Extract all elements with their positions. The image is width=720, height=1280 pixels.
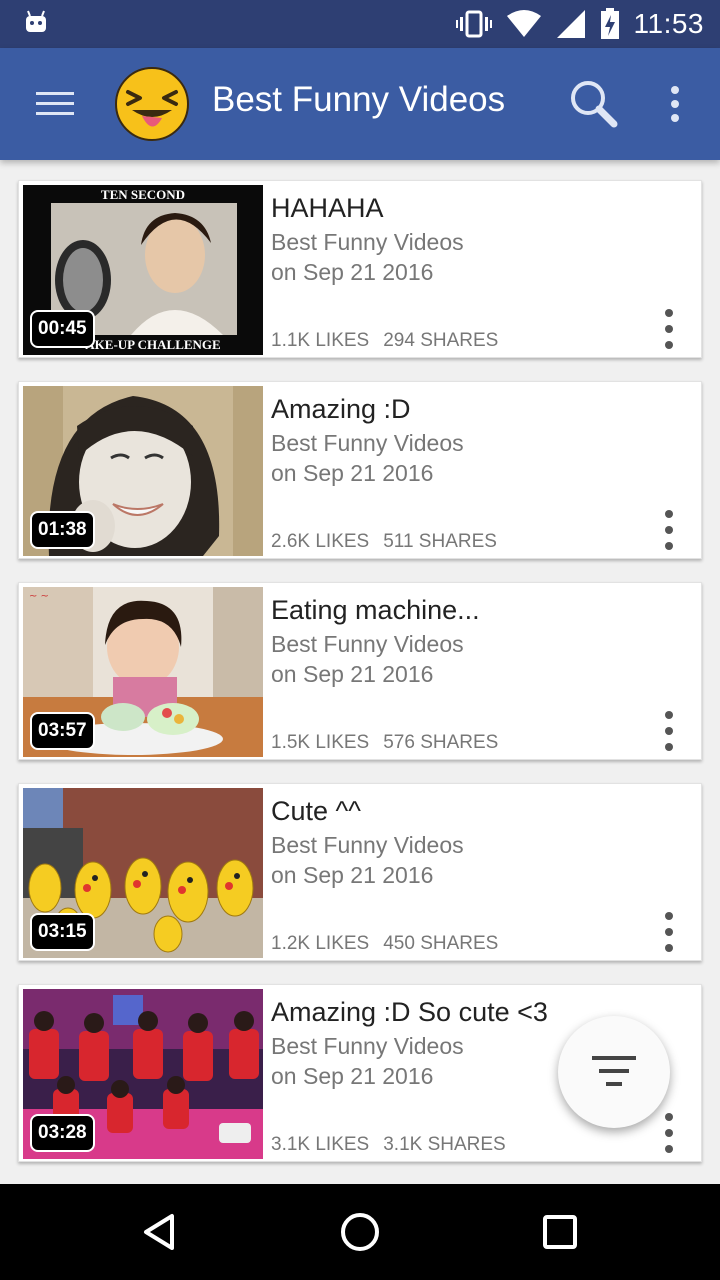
video-title[interactable]: HAHAHA	[271, 193, 384, 224]
duration-badge: 03:57	[30, 712, 95, 750]
shares-count: 294 SHARES	[383, 330, 499, 351]
likes-count: 1.2K LIKES	[271, 933, 370, 954]
upload-date: on Sep 21 2016	[271, 460, 434, 486]
app-title: Best Funny Videos	[212, 80, 506, 119]
thumbnail-caption-top: TEN SECOND	[101, 187, 185, 202]
svg-text:~ ~: ~ ~	[29, 591, 49, 602]
video-thumbnail[interactable]: 03:28	[23, 989, 263, 1159]
status-bar: 11:53	[0, 0, 720, 48]
channel-name: Best Funny Videos	[271, 1033, 464, 1059]
vibrate-icon	[455, 10, 492, 38]
video-stats: 3.1K LIKES 3.1K SHARES	[271, 1134, 506, 1156]
video-card[interactable]: 01:38 Amazing :D Best Funny Videos on Se…	[18, 381, 702, 559]
android-icon	[26, 10, 46, 32]
card-more-icon[interactable]	[657, 307, 681, 351]
thumbnail-caption-bottom: AKE-UP CHALLENGE	[85, 337, 220, 352]
upload-date: on Sep 21 2016	[271, 1063, 434, 1089]
video-card[interactable]: 03:15 Cute ^^ Best Funny Videos on Sep 2…	[18, 783, 702, 961]
duration-badge: 03:28	[30, 1114, 95, 1152]
app-bar: Best Funny Videos	[0, 48, 720, 160]
laughing-emoji-icon	[115, 67, 189, 141]
clock: 11:53	[633, 8, 704, 39]
duration-badge: 03:15	[30, 913, 95, 951]
navigation-bar	[0, 1184, 720, 1280]
video-stats: 1.2K LIKES 450 SHARES	[271, 933, 498, 955]
channel-name: Best Funny Videos	[271, 430, 464, 456]
video-title[interactable]: Amazing :D	[271, 394, 411, 425]
recents-square-icon[interactable]	[536, 1208, 584, 1256]
likes-count: 3.1K LIKES	[271, 1134, 370, 1155]
battery-charging-icon	[600, 8, 619, 39]
video-stats: 1.1K LIKES 294 SHARES	[271, 330, 498, 352]
likes-count: 1.5K LIKES	[271, 732, 370, 753]
upload-date: on Sep 21 2016	[271, 862, 434, 888]
shares-count: 450 SHARES	[383, 933, 499, 954]
card-more-icon[interactable]	[657, 709, 681, 753]
channel-name: Best Funny Videos	[271, 631, 464, 657]
home-circle-icon[interactable]	[336, 1208, 384, 1256]
video-thumbnail[interactable]: TEN SECOND AKE-UP CHALLENGE 00:45	[23, 185, 263, 355]
channel-name: Best Funny Videos	[271, 229, 464, 255]
card-more-icon[interactable]	[657, 508, 681, 552]
hamburger-menu-icon[interactable]	[30, 84, 82, 124]
card-more-icon[interactable]	[657, 910, 681, 954]
video-stats: 1.5K LIKES 576 SHARES	[271, 732, 498, 754]
duration-badge: 00:45	[30, 310, 95, 348]
video-title[interactable]: Eating machine...	[271, 595, 480, 626]
shares-count: 3.1K SHARES	[383, 1134, 506, 1155]
video-title[interactable]: Cute ^^	[271, 796, 361, 827]
video-thumbnail[interactable]: ~ ~ 03:57	[23, 587, 263, 757]
card-more-icon[interactable]	[657, 1111, 681, 1155]
filter-fab-button[interactable]	[558, 1016, 670, 1128]
video-stats: 2.6K LIKES 511 SHARES	[271, 531, 497, 553]
likes-count: 2.6K LIKES	[271, 531, 370, 552]
channel-name: Best Funny Videos	[271, 832, 464, 858]
duration-badge: 01:38	[30, 511, 95, 549]
signal-icon	[556, 10, 585, 38]
filter-sort-icon	[592, 1056, 636, 1086]
upload-date: on Sep 21 2016	[271, 259, 434, 285]
shares-count: 511 SHARES	[383, 531, 497, 552]
video-thumbnail[interactable]: 01:38	[23, 386, 263, 556]
upload-date: on Sep 21 2016	[271, 661, 434, 687]
wifi-icon	[506, 10, 541, 37]
video-thumbnail[interactable]: 03:15	[23, 788, 263, 958]
video-title[interactable]: Amazing :D So cute <3	[271, 997, 548, 1028]
more-vert-icon[interactable]	[660, 82, 690, 126]
video-card[interactable]: TEN SECOND AKE-UP CHALLENGE 00:45 HAHAHA…	[18, 180, 702, 358]
likes-count: 1.1K LIKES	[271, 330, 370, 351]
video-card[interactable]: ~ ~ 03:57 Eating machine... Best Funny V…	[18, 582, 702, 760]
back-triangle-icon[interactable]	[136, 1208, 184, 1256]
search-icon[interactable]	[566, 76, 622, 132]
shares-count: 576 SHARES	[383, 732, 499, 753]
